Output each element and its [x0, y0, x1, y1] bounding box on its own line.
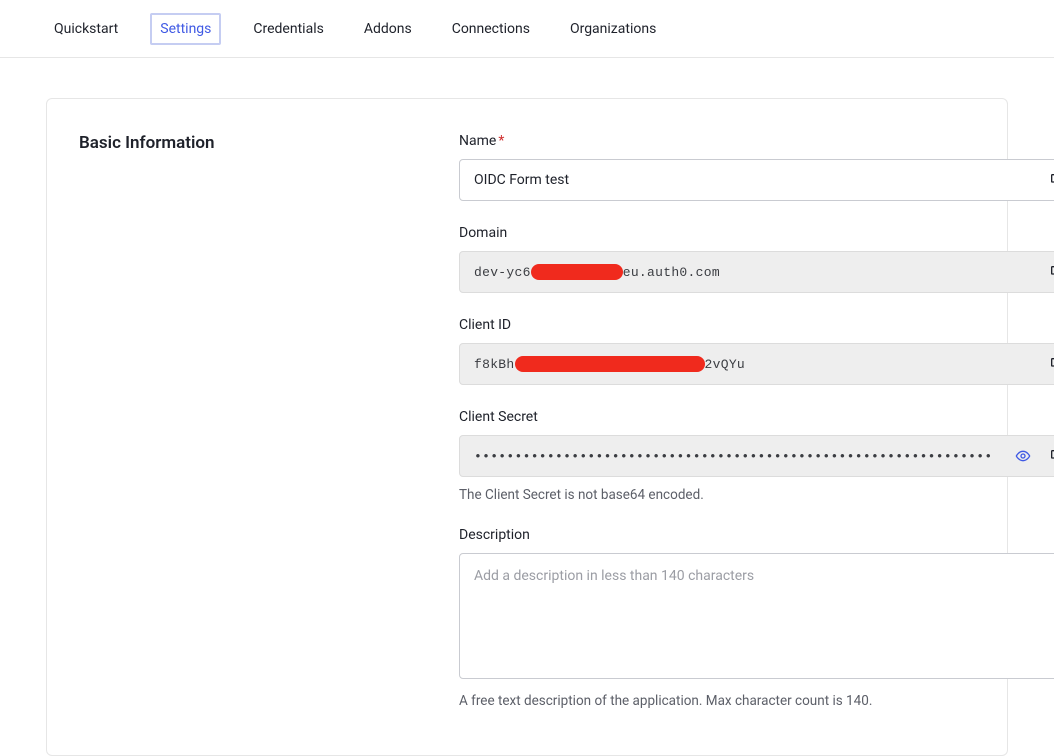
eye-icon	[1015, 448, 1031, 464]
tab-credentials[interactable]: Credentials	[245, 15, 331, 43]
client-id-value: f8kBh2vQYu	[460, 356, 1040, 372]
domain-input-wrap: dev-yc6eu.auth0.com	[459, 251, 1054, 293]
client-secret-help: The Client Secret is not base64 encoded.	[459, 487, 1054, 503]
copy-domain-button[interactable]	[1040, 252, 1054, 292]
copy-name-button[interactable]	[1040, 160, 1054, 200]
client-secret-input-wrap: ••••••••••••••••••••••••••••••••••••••••…	[459, 435, 1054, 477]
client-id-label: Client ID	[459, 317, 1054, 333]
client-id-input-wrap: f8kBh2vQYu	[459, 343, 1054, 385]
tab-quickstart[interactable]: Quickstart	[46, 15, 126, 43]
name-input-wrap	[459, 159, 1054, 201]
copy-icon	[1049, 264, 1054, 280]
description-label: Description	[459, 527, 1054, 543]
section-title: Basic Information	[79, 133, 459, 153]
tab-organizations[interactable]: Organizations	[562, 15, 664, 43]
copy-icon	[1049, 172, 1054, 188]
copy-icon	[1049, 448, 1054, 464]
required-marker: *	[498, 133, 504, 149]
tab-addons[interactable]: Addons	[356, 15, 420, 43]
name-input[interactable]	[460, 160, 1040, 200]
domain-value: dev-yc6eu.auth0.com	[460, 264, 1040, 280]
domain-label: Domain	[459, 225, 1054, 241]
copy-client-secret-button[interactable]	[1040, 436, 1054, 476]
tab-settings[interactable]: Settings	[150, 13, 221, 45]
redacted-segment	[531, 264, 623, 280]
tabs-bar: Quickstart Settings Credentials Addons C…	[0, 0, 1054, 58]
copy-client-id-button[interactable]	[1040, 344, 1054, 384]
client-secret-label: Client Secret	[459, 409, 1054, 425]
redacted-segment	[515, 356, 705, 372]
name-label: Name*	[459, 133, 1054, 149]
copy-icon	[1049, 356, 1054, 372]
client-secret-value: ••••••••••••••••••••••••••••••••••••••••…	[460, 449, 1006, 464]
description-textarea[interactable]	[459, 553, 1054, 679]
basic-info-panel: Basic Information Name* Domain	[46, 98, 1008, 756]
tab-connections[interactable]: Connections	[444, 15, 538, 43]
description-help: A free text description of the applicati…	[459, 693, 1054, 709]
reveal-secret-button[interactable]	[1006, 436, 1040, 476]
